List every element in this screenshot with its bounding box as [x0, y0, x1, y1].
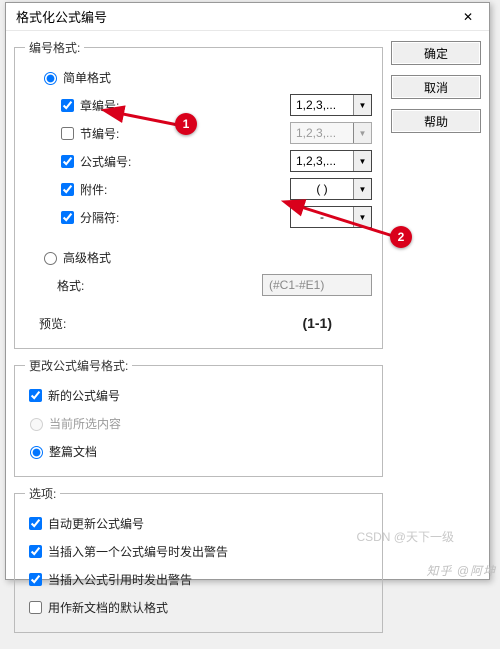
legend-change-scope: 更改公式编号格式:: [25, 357, 132, 374]
row-default-new: 用作新文档的默认格式: [25, 594, 372, 620]
row-current-sel: 当前所选内容: [25, 410, 372, 436]
label-chapter: 章编号:: [80, 97, 119, 114]
preview-value: (1-1): [302, 315, 332, 331]
combo-section-value: 1,2,3,...: [291, 126, 353, 140]
label-whole-doc: 整篇文档: [49, 443, 97, 460]
label-warn-ref: 当插入公式引用时发出警告: [48, 571, 192, 588]
chevron-down-icon: ▼: [353, 179, 371, 199]
checkbox-separator[interactable]: [61, 211, 74, 224]
legend-options: 选项:: [25, 485, 60, 502]
cancel-button[interactable]: 取消: [391, 75, 481, 99]
right-column: 确定 取消 帮助: [391, 39, 481, 641]
titlebar: 格式化公式编号 ✕: [6, 3, 489, 31]
content-area: 编号格式: 简单格式 章编号: 1,2,3,... ▼ 节编号:: [6, 31, 489, 649]
checkbox-chapter[interactable]: [61, 99, 74, 112]
row-separator: 分隔符: - ▼: [25, 204, 372, 230]
watermark-zhihu: 知乎 @阿坤: [426, 562, 496, 579]
chevron-down-icon: ▼: [353, 207, 371, 227]
radio-advanced-format[interactable]: [44, 252, 57, 265]
combo-separator-value: -: [291, 210, 353, 224]
left-column: 编号格式: 简单格式 章编号: 1,2,3,... ▼ 节编号:: [14, 39, 383, 641]
row-format-string: 格式: (#C1-#E1): [25, 272, 372, 298]
combo-enclosure-value: ( ): [291, 182, 353, 196]
label-new-eq: 新的公式编号: [48, 387, 120, 404]
label-section: 节编号:: [80, 125, 119, 142]
row-preview: 预览: (1-1): [25, 310, 372, 336]
watermark-csdn: CSDN @天下一级: [356, 528, 454, 545]
combo-chapter[interactable]: 1,2,3,... ▼: [290, 94, 372, 116]
radio-whole-document[interactable]: [30, 446, 43, 459]
legend-number-format: 编号格式:: [25, 39, 84, 56]
label-separator: 分隔符:: [80, 209, 119, 226]
radio-current-selection: [30, 418, 43, 431]
chevron-down-icon: ▼: [353, 151, 371, 171]
row-simple-format: 简单格式: [25, 64, 372, 90]
combo-chapter-value: 1,2,3,...: [291, 98, 353, 112]
checkbox-enclosure[interactable]: [61, 183, 74, 196]
row-enclosure: 附件: ( ) ▼: [25, 176, 372, 202]
ok-button[interactable]: 确定: [391, 41, 481, 65]
label-default-new: 用作新文档的默认格式: [48, 599, 168, 616]
close-icon: ✕: [463, 10, 473, 24]
fieldset-change-scope: 更改公式编号格式: 新的公式编号 当前所选内容 整篇文档: [14, 357, 383, 477]
label-equation: 公式编号:: [80, 153, 131, 170]
help-button[interactable]: 帮助: [391, 109, 481, 133]
close-button[interactable]: ✕: [453, 6, 483, 28]
dialog-format-equation-number: 格式化公式编号 ✕ 编号格式: 简单格式 章编号: 1,2,3,...: [5, 2, 490, 580]
checkbox-warn-first[interactable]: [29, 545, 42, 558]
label-current-sel: 当前所选内容: [49, 415, 121, 432]
checkbox-auto-update[interactable]: [29, 517, 42, 530]
label-auto-update: 自动更新公式编号: [48, 515, 144, 532]
radio-simple-format[interactable]: [44, 72, 57, 85]
checkbox-default-new[interactable]: [29, 601, 42, 614]
row-section: 节编号: 1,2,3,... ▼: [25, 120, 372, 146]
combo-section: 1,2,3,... ▼: [290, 122, 372, 144]
combo-enclosure[interactable]: ( ) ▼: [290, 178, 372, 200]
input-format-string: (#C1-#E1): [262, 274, 372, 296]
row-auto-update: 自动更新公式编号: [25, 510, 372, 536]
combo-equation[interactable]: 1,2,3,... ▼: [290, 150, 372, 172]
label-enclosure: 附件:: [80, 181, 107, 198]
row-equation: 公式编号: 1,2,3,... ▼: [25, 148, 372, 174]
checkbox-equation[interactable]: [61, 155, 74, 168]
label-format-string: 格式:: [57, 277, 84, 294]
fieldset-options: 选项: 自动更新公式编号 当插入第一个公式编号时发出警告 当插入公式引用时发出警…: [14, 485, 383, 633]
row-warn-ref: 当插入公式引用时发出警告: [25, 566, 372, 592]
chevron-down-icon: ▼: [353, 95, 371, 115]
row-whole-doc: 整篇文档: [25, 438, 372, 464]
checkbox-new-equation-numbers[interactable]: [29, 389, 42, 402]
label-preview: 预览:: [39, 315, 66, 332]
checkbox-section[interactable]: [61, 127, 74, 140]
row-chapter: 章编号: 1,2,3,... ▼: [25, 92, 372, 118]
fieldset-number-format: 编号格式: 简单格式 章编号: 1,2,3,... ▼ 节编号:: [14, 39, 383, 349]
dialog-title: 格式化公式编号: [16, 7, 107, 26]
checkbox-warn-ref[interactable]: [29, 573, 42, 586]
format-string-value: (#C1-#E1): [269, 278, 324, 292]
combo-equation-value: 1,2,3,...: [291, 154, 353, 168]
label-advanced-format: 高级格式: [63, 249, 111, 266]
row-advanced-format: 高级格式: [25, 244, 372, 270]
label-simple-format: 简单格式: [63, 69, 111, 86]
chevron-down-icon: ▼: [353, 123, 371, 143]
combo-separator[interactable]: - ▼: [290, 206, 372, 228]
row-warn-first: 当插入第一个公式编号时发出警告: [25, 538, 372, 564]
row-new-eq: 新的公式编号: [25, 382, 372, 408]
label-warn-first: 当插入第一个公式编号时发出警告: [48, 543, 228, 560]
